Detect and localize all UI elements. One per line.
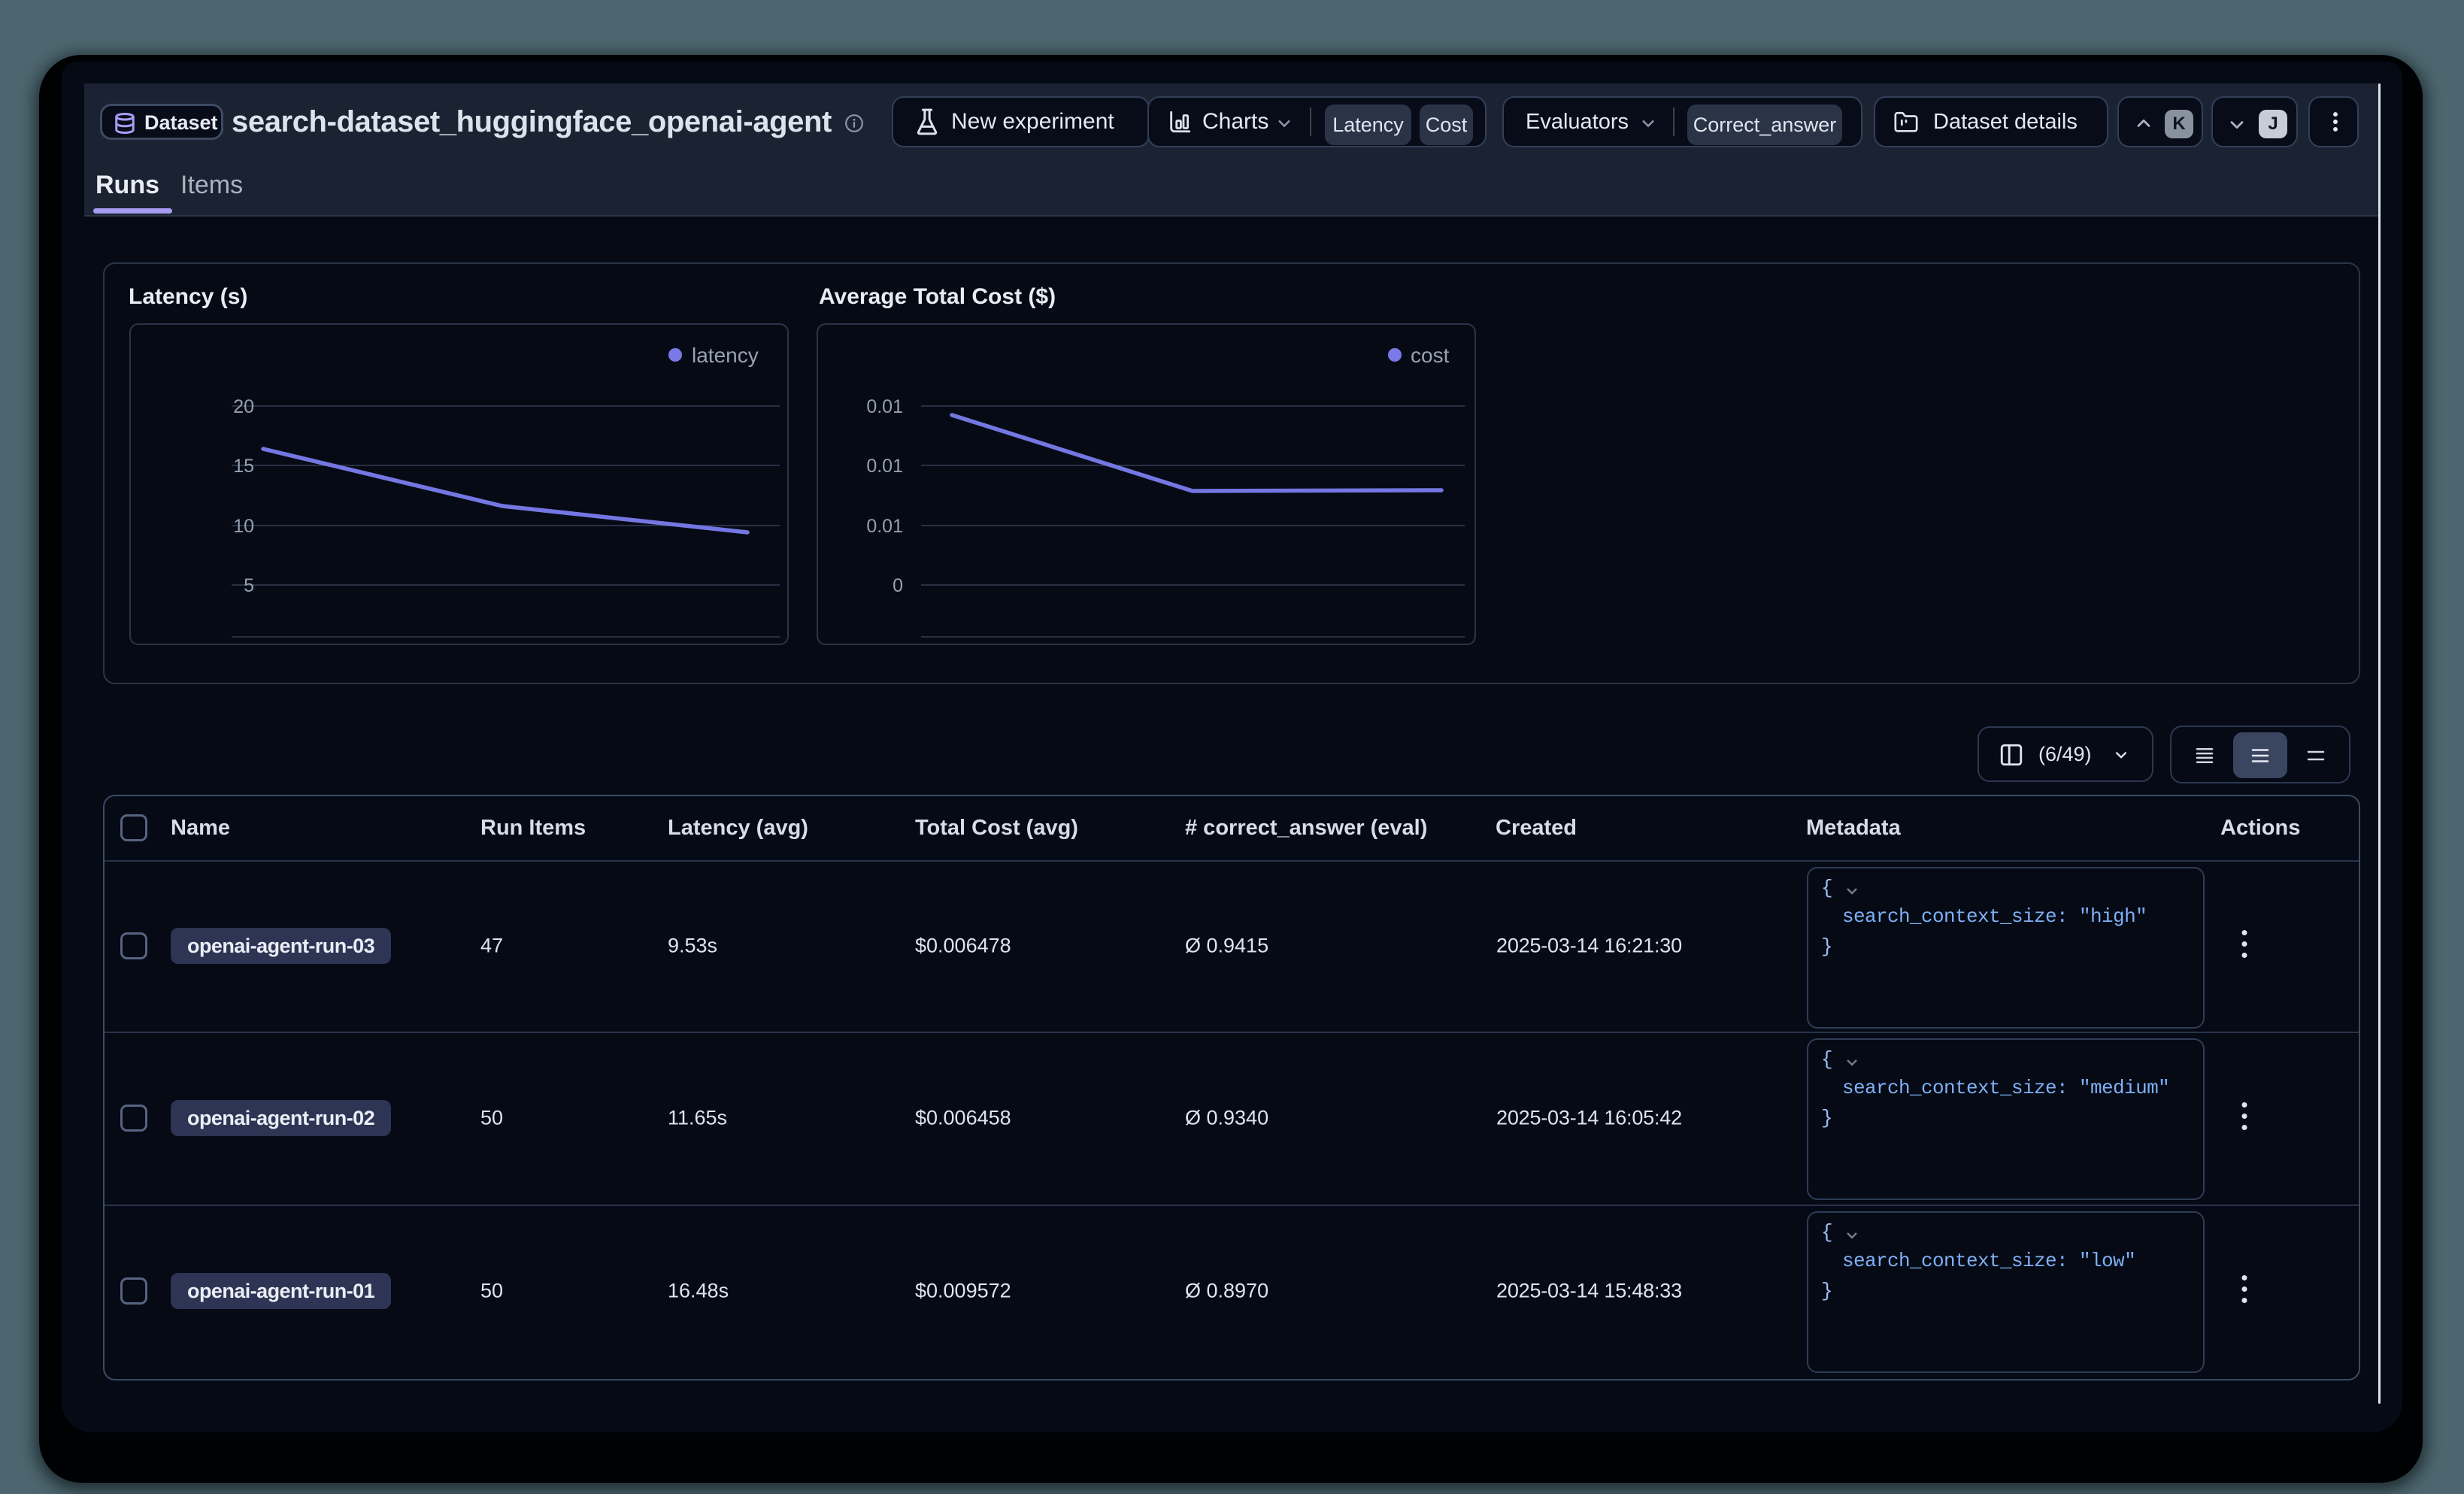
svg-text:latency: latency (692, 344, 759, 367)
svg-text:0: 0 (893, 575, 903, 596)
svg-text:0.01: 0.01 (866, 396, 903, 417)
svg-text:15: 15 (233, 456, 254, 477)
svg-text:cost: cost (1411, 344, 1450, 367)
svg-text:5: 5 (244, 575, 254, 596)
svg-text:20: 20 (233, 396, 254, 417)
svg-text:0.01: 0.01 (866, 516, 903, 537)
svg-text:10: 10 (233, 516, 254, 537)
svg-text:0.01: 0.01 (866, 456, 903, 477)
